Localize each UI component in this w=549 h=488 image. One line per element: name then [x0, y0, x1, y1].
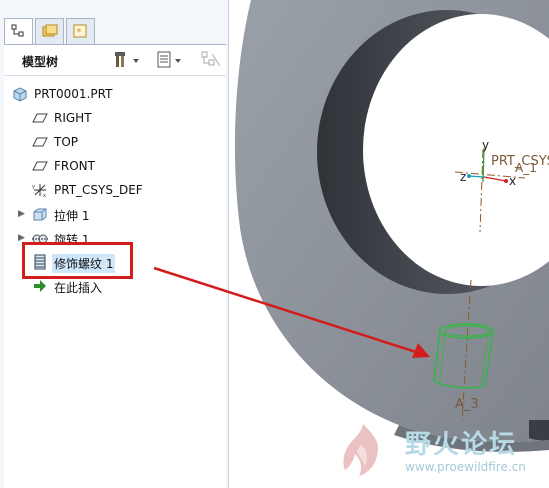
tree-item-csys[interactable]: y x PRT_CSYS_DEF [4, 179, 224, 201]
model-tree-title: 模型树 [22, 55, 59, 69]
filter-disabled-icon[interactable] [200, 51, 222, 73]
svg-text:x: x [43, 193, 46, 198]
axis-z-label: z [460, 170, 467, 184]
tree-icon [11, 24, 24, 37]
show-list-icon[interactable] [156, 51, 184, 73]
tree-item-part[interactable]: PRT0001.PRT [4, 83, 224, 105]
watermark-url: www.proewildfire.cn [405, 460, 526, 474]
folder-icon [42, 24, 58, 37]
watermark-title: 野火论坛 [405, 430, 518, 460]
extrude-icon [33, 208, 47, 221]
panel-tabs: * [4, 18, 95, 45]
datum-plane-icon [32, 137, 48, 147]
part-3d-view [234, 0, 549, 452]
model-tree-toolbar: 模型树 [4, 44, 226, 76]
tree-item-label: 拉伸 1 [54, 209, 90, 223]
insert-here-arrow-icon [34, 280, 46, 292]
graphics-viewport[interactable]: PRT_CSYS y z x A_1 A_3 野火论坛 www.proewild… [229, 0, 549, 488]
model-tree: PRT0001.PRT RIGHT TOP FRONT y x PRT_CSYS… [4, 76, 226, 488]
tree-item-front[interactable]: FRONT [4, 155, 224, 177]
axis-y-label: y [482, 138, 490, 152]
datum-plane-icon [32, 161, 48, 171]
tree-item-extrude[interactable]: ▶ 拉伸 1 [4, 203, 224, 225]
settings-tools-icon[interactable] [114, 51, 142, 73]
csys-icon: y x [32, 184, 46, 198]
star-icon: * [73, 24, 87, 38]
tree-item-right[interactable]: RIGHT [4, 107, 224, 129]
axis-x-label: x [509, 174, 517, 188]
tree-item-label: 在此插入 [54, 281, 103, 295]
wildfire-logo-icon [343, 424, 379, 476]
folder-tab[interactable] [35, 18, 64, 44]
svg-text:y: y [32, 184, 35, 190]
tree-item-label: PRT_CSYS_DEF [54, 183, 143, 197]
tree-item-label: FRONT [54, 159, 95, 173]
model-tree-tab[interactable] [4, 18, 33, 45]
axis-a1-label: A_1 [515, 161, 537, 175]
favorites-tab[interactable]: * [66, 18, 95, 44]
tree-item-label: RIGHT [54, 111, 92, 125]
datum-plane-icon [32, 113, 48, 123]
tree-item-label: TOP [54, 135, 79, 149]
svg-text:*: * [77, 27, 82, 38]
tree-item-top[interactable]: TOP [4, 131, 224, 153]
part-icon [13, 87, 27, 102]
tree-item-label: PRT0001.PRT [34, 87, 113, 101]
expand-arrow-icon[interactable]: ▶ [18, 209, 25, 219]
axis-a3-label: A_3 [455, 397, 479, 412]
highlight-box [22, 242, 133, 279]
